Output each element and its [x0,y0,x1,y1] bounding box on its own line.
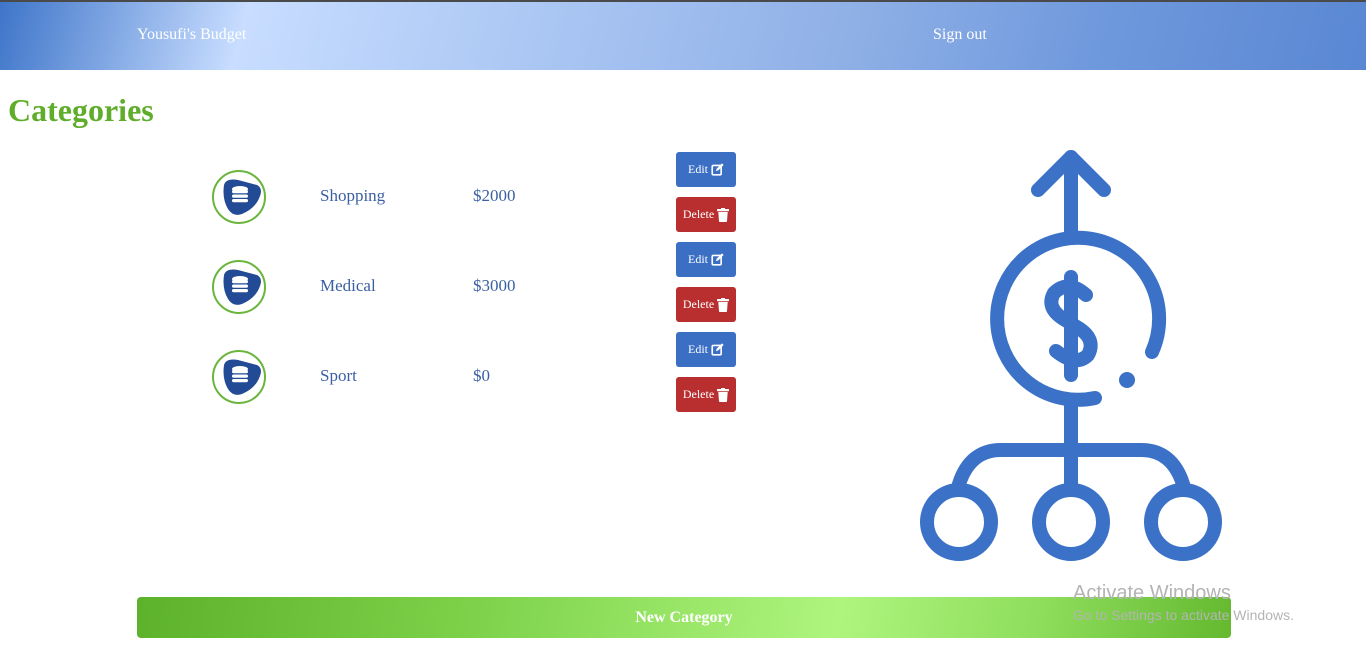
delete-label: Delete [682,207,715,221]
page-title: Categories [8,92,154,128]
category-row: Shopping $2000 [0,170,760,230]
delete-label: Delete [682,297,715,311]
category-row: Sport $0 [0,350,760,410]
edit-label: Edit [688,342,708,356]
brand-link[interactable]: Yousufi's Budget [137,26,246,44]
coin-stack-icon [212,170,266,224]
category-row: Medical $3000 [0,260,760,320]
activation-watermark: Activate Windows Go to Settings to activ… [1073,582,1294,623]
delete-button[interactable]: Delete [676,197,736,232]
coin-stack-icon [212,350,266,404]
trash-icon [717,387,730,402]
watermark-subtitle: Go to Settings to activate Windows. [1073,607,1294,623]
pencil-square-icon [711,163,724,176]
trash-icon [717,297,730,312]
edit-label: Edit [688,162,708,176]
delete-label: Delete [682,387,715,401]
pencil-square-icon [711,253,724,266]
category-amount: $2000 [473,186,516,205]
trash-icon [717,207,730,222]
category-name: Sport [320,366,357,385]
edit-button[interactable]: Edit [676,242,736,277]
category-amount: $0 [473,366,490,385]
sign-out-link[interactable]: Sign out [933,26,987,44]
coin-stack-icon [212,260,266,314]
pencil-square-icon [711,343,724,356]
category-name: Medical [320,276,376,295]
delete-button[interactable]: Delete [676,287,736,322]
navbar: Yousufi's Budget Sign out [0,2,1366,70]
new-category-label: New Category [635,608,733,626]
watermark-title: Activate Windows [1073,582,1231,604]
edit-button[interactable]: Edit [676,152,736,187]
edit-button[interactable]: Edit [676,332,736,367]
budget-distribution-icon [920,150,1222,561]
category-amount: $3000 [473,276,516,295]
delete-button[interactable]: Delete [676,377,736,412]
edit-label: Edit [688,252,708,266]
new-category-button[interactable]: New Category [137,597,1231,638]
category-name: Shopping [320,186,386,205]
